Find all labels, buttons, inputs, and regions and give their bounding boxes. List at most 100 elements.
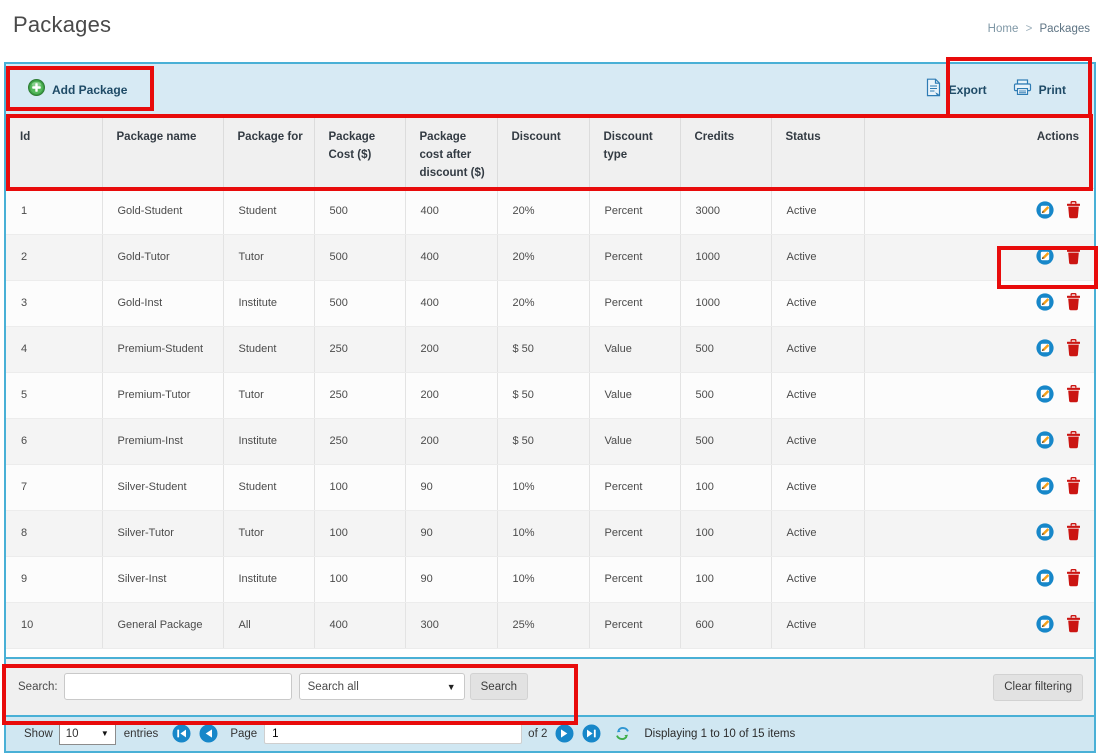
cell-discount-type: Percent (589, 280, 680, 326)
cell-actions (864, 556, 1094, 602)
cell-package-cost: 500 (314, 280, 405, 326)
delete-package-button[interactable] (1066, 293, 1081, 314)
edit-package-button[interactable] (1036, 569, 1054, 590)
table-row: 7Silver-StudentStudent1009010%Percent100… (6, 464, 1094, 510)
cell-credits: 500 (680, 372, 771, 418)
cell-discount-type: Percent (589, 464, 680, 510)
table-header-row: IdPackage namePackage forPackage Cost ($… (6, 116, 1094, 188)
column-header-discount: Discount (497, 116, 589, 188)
cell-package-name: Premium-Inst (102, 418, 223, 464)
edit-package-button[interactable] (1036, 247, 1054, 268)
packages-table: IdPackage namePackage forPackage Cost ($… (6, 116, 1094, 649)
cell-cost-after-discount: 200 (405, 418, 497, 464)
cell-cost-after-discount: 400 (405, 188, 497, 234)
breadcrumb-current: Packages (1039, 23, 1090, 35)
cell-discount-type: Percent (589, 602, 680, 648)
page-label: Page (230, 728, 257, 740)
cell-status: Active (771, 234, 864, 280)
column-header-package-for: Package for (223, 116, 314, 188)
cell-package-name: General Package (102, 602, 223, 648)
cell-discount: 10% (497, 510, 589, 556)
previous-page-button[interactable] (199, 724, 218, 743)
add-plus-icon (28, 79, 45, 101)
column-header-package-cost: Package Cost ($) (314, 116, 405, 188)
cell-status: Active (771, 188, 864, 234)
search-input[interactable] (64, 673, 292, 700)
delete-package-button[interactable] (1066, 201, 1081, 222)
cell-discount-type: Value (589, 372, 680, 418)
delete-package-button[interactable] (1066, 477, 1081, 498)
cell-id: 6 (6, 418, 102, 464)
search-label: Search: (18, 681, 58, 693)
table-row: 5Premium-TutorTutor250200$ 50Value500Act… (6, 372, 1094, 418)
first-page-button[interactable] (172, 724, 191, 743)
next-page-button[interactable] (555, 724, 574, 743)
cell-package-name: Silver-Tutor (102, 510, 223, 556)
cell-credits: 500 (680, 418, 771, 464)
edit-package-button[interactable] (1036, 293, 1054, 314)
delete-package-button[interactable] (1066, 385, 1081, 406)
pagination-bar: Show 10 ▼ entries Page of 2 (6, 715, 1094, 752)
export-button[interactable]: Export (925, 78, 987, 102)
cell-id: 1 (6, 188, 102, 234)
refresh-icon[interactable] (614, 725, 631, 742)
column-header-discount-type: Discount type (589, 116, 680, 188)
breadcrumb-home-link[interactable]: Home (988, 23, 1019, 35)
cell-discount-type: Percent (589, 234, 680, 280)
entries-per-page-select[interactable]: 10 ▼ (59, 723, 116, 745)
cell-cost-after-discount: 400 (405, 234, 497, 280)
cell-discount-type: Value (589, 326, 680, 372)
cell-cost-after-discount: 300 (405, 602, 497, 648)
page-number-input[interactable] (264, 723, 522, 744)
print-button[interactable]: Print (1013, 79, 1066, 101)
cell-package-for: Student (223, 464, 314, 510)
cell-credits: 600 (680, 602, 771, 648)
chevron-down-icon: ▼ (447, 682, 456, 692)
cell-actions (864, 510, 1094, 556)
last-page-button[interactable] (582, 724, 601, 743)
edit-package-button[interactable] (1036, 615, 1054, 636)
delete-package-button[interactable] (1066, 615, 1081, 636)
cell-package-for: Institute (223, 556, 314, 602)
cell-status: Active (771, 510, 864, 556)
table-bottom-gap (6, 649, 1094, 657)
add-package-button[interactable]: Add Package (28, 79, 127, 101)
edit-package-button[interactable] (1036, 523, 1054, 544)
cell-discount: $ 50 (497, 326, 589, 372)
delete-package-button[interactable] (1066, 523, 1081, 544)
cell-discount-type: Percent (589, 188, 680, 234)
column-header-package-name: Package name (102, 116, 223, 188)
edit-package-button[interactable] (1036, 385, 1054, 406)
delete-package-button[interactable] (1066, 247, 1081, 268)
cell-id: 2 (6, 234, 102, 280)
cell-id: 8 (6, 510, 102, 556)
cell-actions (864, 602, 1094, 648)
cell-actions (864, 188, 1094, 234)
cell-cost-after-discount: 90 (405, 556, 497, 602)
cell-id: 4 (6, 326, 102, 372)
table-row: 10General PackageAll40030025%Percent600A… (6, 602, 1094, 648)
edit-package-button[interactable] (1036, 477, 1054, 498)
search-field-selected-value: Search all (308, 681, 359, 693)
clear-filtering-button[interactable]: Clear filtering (993, 674, 1083, 701)
cell-status: Active (771, 418, 864, 464)
search-button[interactable]: Search (470, 673, 528, 700)
cell-status: Active (771, 326, 864, 372)
table-row: 4Premium-StudentStudent250200$ 50Value50… (6, 326, 1094, 372)
cell-package-cost: 250 (314, 418, 405, 464)
cell-package-for: Institute (223, 280, 314, 326)
packages-panel: Add Package Export (4, 62, 1096, 753)
cell-discount: 20% (497, 234, 589, 280)
cell-actions (864, 418, 1094, 464)
edit-package-button[interactable] (1036, 201, 1054, 222)
cell-credits: 100 (680, 510, 771, 556)
delete-package-button[interactable] (1066, 569, 1081, 590)
print-printer-icon (1013, 79, 1032, 101)
delete-package-button[interactable] (1066, 339, 1081, 360)
search-field-select[interactable]: Search all ▼ (299, 673, 465, 700)
delete-package-button[interactable] (1066, 431, 1081, 452)
edit-package-button[interactable] (1036, 339, 1054, 360)
cell-status: Active (771, 602, 864, 648)
cell-discount-type: Percent (589, 510, 680, 556)
edit-package-button[interactable] (1036, 431, 1054, 452)
